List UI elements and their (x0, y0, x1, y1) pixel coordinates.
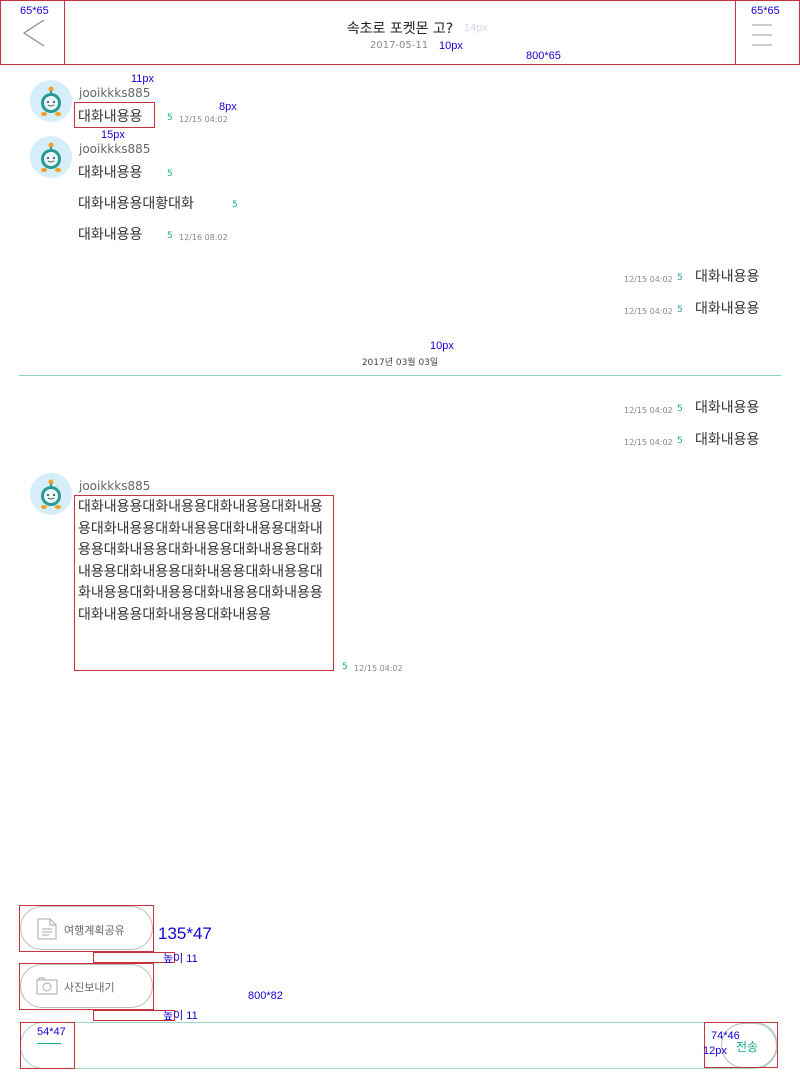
unread-count: 5 (677, 273, 683, 283)
spec-label: 15px (101, 129, 125, 141)
my-message-text[interactable]: 대화내용용 (695, 266, 759, 286)
spec-label: 135*47 (158, 924, 212, 943)
spec-label: 8px (219, 101, 237, 113)
spec-label: 12px (703, 1045, 727, 1057)
spec-label: 65*65 (751, 5, 780, 17)
date-divider-line (19, 375, 781, 376)
message-time: 12/15 04:02 (179, 115, 228, 124)
spec-label: 11px (131, 73, 155, 85)
my-message-text[interactable]: 대화내용용 (695, 429, 759, 449)
unread-count: 5 (677, 404, 683, 414)
unread-count: 5 (167, 113, 173, 123)
spec-label: 높이 11 (163, 1010, 198, 1022)
spec-label: 800*65 (526, 50, 561, 62)
spec-label: 높이 11 (163, 953, 198, 965)
sender-name: jooikkks885 (79, 479, 151, 493)
spec-bubble-box (74, 495, 334, 671)
unread-count: 5 (232, 200, 238, 210)
robot-avatar-icon (30, 80, 72, 122)
spec-label: 54*47 (37, 1026, 66, 1038)
spec-label: 800*82 (248, 990, 283, 1002)
message-time: 12/15 04:02 (354, 664, 403, 673)
avatar[interactable] (30, 80, 72, 122)
message-time: 12/15 04:02 (624, 438, 673, 447)
date-divider-label: 2017년 03월 03일 (361, 358, 439, 368)
spec-label: 74*46 (711, 1030, 740, 1042)
spec-label: 14px (464, 22, 488, 34)
message-time: 12/15 04:02 (624, 307, 673, 316)
message-text[interactable]: 대화내용용 (78, 224, 142, 244)
spec-pill-box (19, 905, 154, 952)
sender-name: jooikkks885 (79, 142, 151, 156)
sender-name: jooikkks885 (79, 86, 151, 100)
message-text[interactable]: 대화내용용 (78, 162, 142, 182)
avatar[interactable] (30, 136, 72, 178)
unread-count: 5 (677, 436, 683, 446)
unread-count: 5 (342, 662, 348, 672)
message-text[interactable]: 대화내용용대황대화 (78, 193, 194, 213)
message-input[interactable] (20, 1022, 778, 1069)
my-message-text[interactable]: 대화내용용 (695, 397, 759, 417)
message-time: 12/15 04:02 (624, 275, 673, 284)
message-time: 12/16 08:02 (179, 233, 228, 242)
spec-header-box (0, 0, 800, 65)
spec-label: 65*65 (20, 5, 49, 17)
spec-label: 10px (439, 40, 463, 52)
unread-count: 5 (167, 169, 173, 179)
robot-avatar-icon (30, 473, 72, 515)
message-time: 12/15 04:02 (624, 406, 673, 415)
robot-avatar-icon (30, 136, 72, 178)
unread-count: 5 (167, 231, 173, 241)
spec-bubble-box (74, 102, 155, 128)
avatar[interactable] (30, 473, 72, 515)
spec-label: 10px (430, 340, 454, 352)
unread-count: 5 (677, 305, 683, 315)
spec-pill-box (19, 963, 154, 1010)
my-message-text[interactable]: 대화내용용 (695, 298, 759, 318)
